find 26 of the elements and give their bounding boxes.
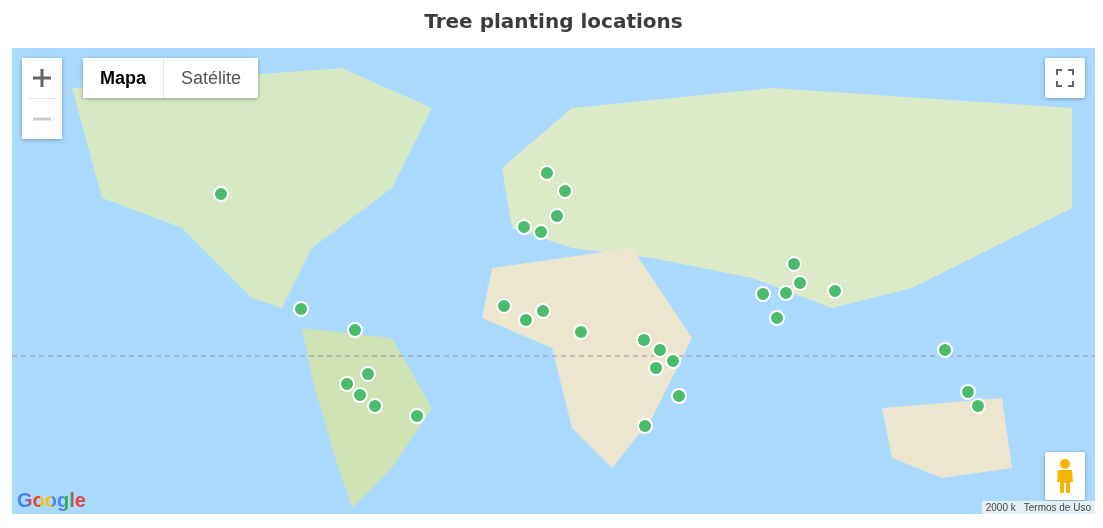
location-pin[interactable] — [755, 286, 771, 302]
fullscreen-button[interactable] — [1045, 58, 1085, 98]
location-pin[interactable] — [769, 310, 785, 326]
location-pin[interactable] — [937, 342, 953, 358]
location-pin[interactable] — [665, 353, 681, 369]
minus-icon — [33, 117, 51, 121]
scale-label: 2000 k — [984, 501, 1017, 514]
terms-link[interactable]: Termos de Uso — [1019, 501, 1095, 514]
location-pin[interactable] — [778, 285, 794, 301]
location-pin[interactable] — [671, 388, 687, 404]
map-type-tab[interactable]: Mapa — [83, 58, 163, 98]
location-pin[interactable] — [970, 398, 986, 414]
location-pin[interactable] — [352, 387, 368, 403]
street-view-button[interactable] — [1045, 452, 1085, 500]
location-pin[interactable] — [960, 384, 976, 400]
chart-title: Tree planting locations — [424, 8, 683, 35]
plus-icon — [33, 69, 51, 87]
location-pin[interactable] — [347, 322, 363, 338]
zoom-in-button[interactable] — [22, 58, 62, 98]
location-pin[interactable] — [533, 224, 549, 240]
location-pin[interactable] — [792, 275, 808, 291]
person-icon — [1055, 459, 1075, 493]
map-type-tab[interactable]: Satélite — [163, 58, 259, 98]
fullscreen-icon — [1056, 69, 1074, 87]
google-logo: Google — [17, 489, 86, 512]
location-pin[interactable] — [293, 301, 309, 317]
